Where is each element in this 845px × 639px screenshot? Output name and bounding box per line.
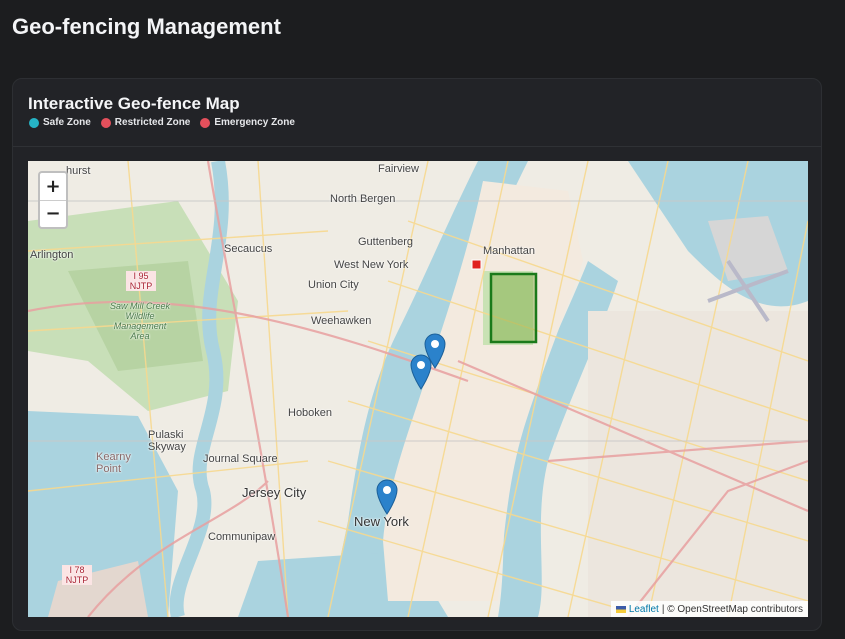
legend-label: Restricted Zone [114, 117, 191, 128]
map-label: Communipaw [208, 531, 276, 543]
legend-label: Emergency Zone [214, 117, 295, 128]
map-label: hurst [66, 165, 91, 177]
map-label: Pulaski Skyway [148, 429, 186, 453]
map-label: Hoboken [288, 407, 333, 419]
map-label: Union City [308, 279, 359, 291]
map-label: Journal Square [203, 453, 278, 465]
zone-legend: Safe Zone Restricted Zone Emergency Zone [29, 117, 295, 128]
map-marker-icon[interactable] [410, 354, 432, 390]
map-label: Manhattan [483, 245, 535, 257]
map-label: Saw Mill Creek Wildlife Management Area [110, 301, 171, 341]
legend-label: Safe Zone [43, 117, 91, 128]
map-label: I 78 NJTP [62, 565, 92, 585]
map-label: Arlington [30, 249, 74, 261]
geofence-zone-rectangle [489, 272, 538, 344]
zoom-control: + − [38, 171, 68, 229]
map-label: Kearny Point [96, 451, 131, 475]
map-attribution: Leaflet | © OpenStreetMap contributors [610, 601, 808, 617]
geofence-map[interactable]: Fairview North Bergen Secaucus Guttenber… [28, 161, 808, 617]
ukraine-flag-icon [615, 605, 626, 613]
map-marker-icon[interactable] [376, 479, 398, 515]
map-label: I 95 NJTP [126, 271, 156, 291]
map-label: Guttenberg [358, 236, 414, 248]
restricted-zone-dot-icon [100, 117, 111, 128]
map-label: North Bergen [330, 193, 396, 205]
zoom-in-button[interactable]: + [40, 173, 66, 200]
card-title: Interactive Geo-fence Map [28, 94, 240, 113]
attribution-text: | © OpenStreetMap contributors [661, 603, 803, 615]
card-header: Interactive Geo-fence Map Safe Zone Rest… [13, 79, 821, 147]
geofence-map-card: Interactive Geo-fence Map Safe Zone Rest… [12, 78, 822, 631]
emergency-zone-dot-icon [200, 117, 211, 128]
legend-item-restricted-zone: Restricted Zone [100, 117, 191, 128]
map-label: Secaucus [224, 243, 273, 255]
map-label: Fairview [378, 163, 419, 175]
leaflet-link[interactable]: Leaflet [629, 604, 659, 615]
map-label: New York [354, 514, 409, 529]
legend-item-emergency-zone: Emergency Zone [200, 117, 295, 128]
map-label: Weehawken [311, 315, 372, 327]
legend-item-safe-zone: Safe Zone [29, 117, 91, 128]
zoom-out-button[interactable]: − [40, 199, 66, 228]
map-label: West New York [334, 259, 409, 271]
page-title: Geo-fencing Management [12, 14, 281, 39]
safe-zone-dot-icon [29, 117, 39, 128]
map-label: Jersey City [242, 485, 307, 500]
